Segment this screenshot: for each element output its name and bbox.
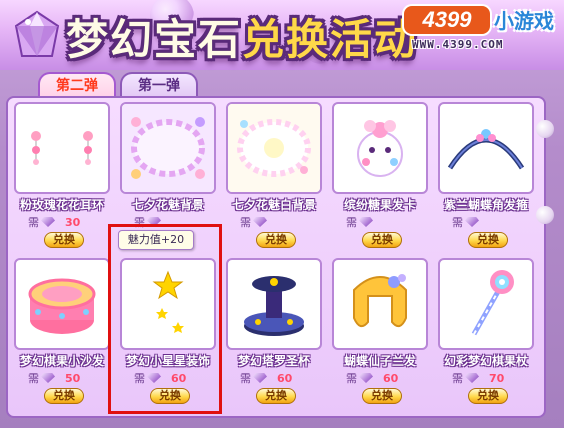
price-prefix: 需 — [28, 372, 39, 385]
item-price: 需 60 — [346, 372, 426, 386]
item-thumbnail[interactable] — [438, 258, 534, 350]
item-card: 紫兰蝴蝶角发箍 需 兑换 — [438, 102, 534, 250]
item-thumbnail[interactable] — [332, 102, 428, 194]
tab-second[interactable]: 第二弹 — [38, 72, 116, 98]
pink-rose-earrings-icon — [31, 131, 93, 165]
price-prefix: 需 — [346, 216, 357, 229]
title-part2: 兑换活动 — [242, 15, 419, 64]
item-thumbnail[interactable] — [226, 258, 322, 350]
redeem-button[interactable]: 兑换 — [256, 388, 296, 404]
item-thumbnail[interactable] — [332, 258, 428, 350]
item-card: 幻彩梦幻棋果杖 需 70 兑换 — [438, 258, 534, 406]
redeem-button[interactable]: 兑换 — [362, 232, 402, 248]
redeem-button[interactable]: 兑换 — [44, 388, 84, 404]
item-thumbnail[interactable] — [120, 102, 216, 194]
title-part1: 梦幻宝石 — [66, 15, 243, 64]
selection-highlight — [108, 224, 222, 414]
price-prefix: 需 — [346, 372, 357, 385]
gem-icon — [359, 373, 373, 383]
item-price: 需 30 — [28, 216, 108, 230]
gem-icon — [41, 217, 55, 227]
item-price: 需 70 — [452, 372, 532, 386]
item-card: 梦幻棋果小沙发 需 50 兑换 — [14, 258, 110, 406]
gem-icon — [465, 373, 479, 383]
price-value: 60 — [277, 372, 293, 385]
gem-icon — [14, 10, 60, 57]
site-logo[interactable]: 4399 小游戏 WWW.4399.COM — [404, 6, 554, 56]
item-thumbnail[interactable] — [226, 102, 322, 194]
item-card: 梦幻塔罗圣杯 需 60 兑换 — [226, 258, 322, 406]
price-value: 30 — [65, 216, 81, 229]
price-prefix: 需 — [240, 216, 251, 229]
tab-first[interactable]: 第一弹 — [120, 72, 198, 98]
gem-icon — [253, 217, 267, 227]
redeem-button[interactable]: 兑换 — [468, 388, 508, 404]
price-prefix: 需 — [452, 216, 463, 229]
item-name: 幻彩梦幻棋果杖 — [443, 354, 528, 368]
gem-icon — [253, 373, 267, 383]
redeem-button[interactable]: 兑换 — [256, 232, 296, 248]
scroll-knob-icon[interactable] — [536, 120, 554, 138]
item-thumbnail[interactable] — [14, 102, 110, 194]
item-name: 梦幻塔罗圣杯 — [237, 354, 310, 368]
qixi-flower-background-icon — [122, 104, 214, 192]
item-price: 需 50 — [28, 372, 108, 386]
redeem-button[interactable]: 兑换 — [468, 232, 508, 248]
tarot-cup-icon — [244, 276, 304, 336]
page-title: 梦幻宝石兑换活动 — [66, 6, 418, 64]
item-thumbnail[interactable] — [14, 258, 110, 350]
item-price: 需 — [240, 216, 320, 230]
charm-tooltip: 魅力值+20 — [118, 230, 194, 250]
item-name: 梦幻棋果小沙发 — [19, 354, 104, 368]
item-card: 蝴蝶仙子兰发 需 60 兑换 — [332, 258, 428, 406]
logo-text: 小游戏 — [494, 9, 554, 33]
candy-wand-icon — [471, 270, 514, 336]
gem-icon — [465, 217, 479, 227]
price-prefix: 需 — [28, 216, 39, 229]
item-name: 缤纷糖果发卡 — [343, 198, 416, 212]
price-value: 70 — [489, 372, 505, 385]
item-price: 需 60 — [240, 372, 320, 386]
item-thumbnail[interactable] — [438, 102, 534, 194]
logo-url: WWW.4399.COM — [412, 38, 504, 51]
price-value: 60 — [383, 372, 399, 385]
fairy-hair-icon — [353, 274, 407, 328]
item-name: 七夕花魅背景 — [131, 198, 204, 212]
game-window: 梦幻宝石兑换活动 4399 小游戏 WWW.4399.COM 第二弹 第一弹 粉… — [0, 0, 564, 428]
item-name: 紫兰蝴蝶角发箍 — [443, 198, 528, 212]
price-prefix: 需 — [452, 372, 463, 385]
price-value: 50 — [65, 372, 81, 385]
butterfly-headband-icon — [447, 129, 525, 170]
candy-hairclip-icon — [357, 120, 403, 177]
item-name: 粉玫瑰花花耳环 — [19, 198, 104, 212]
price-prefix: 需 — [240, 372, 251, 385]
logo-brand: 4399 — [404, 6, 490, 34]
gem-icon — [41, 373, 55, 383]
item-card: 七夕花魅白背景 需 兑换 — [226, 102, 322, 250]
item-card: 缤纷糖果发卡 需 兑换 — [332, 102, 428, 250]
gem-icon — [359, 217, 373, 227]
redeem-button[interactable]: 兑换 — [362, 388, 402, 404]
item-card: 粉玫瑰花花耳环 需 30 兑换 — [14, 102, 110, 250]
item-price: 需 — [346, 216, 426, 230]
candy-sofa-icon — [28, 278, 96, 334]
banner: 梦幻宝石兑换活动 4399 小游戏 WWW.4399.COM — [0, 0, 564, 70]
qixi-white-background-icon — [228, 104, 320, 192]
item-name: 七夕花魅白背景 — [231, 198, 316, 212]
item-price: 需 — [452, 216, 532, 230]
redeem-button[interactable]: 兑换 — [44, 232, 84, 248]
item-name: 蝴蝶仙子兰发 — [343, 354, 416, 368]
